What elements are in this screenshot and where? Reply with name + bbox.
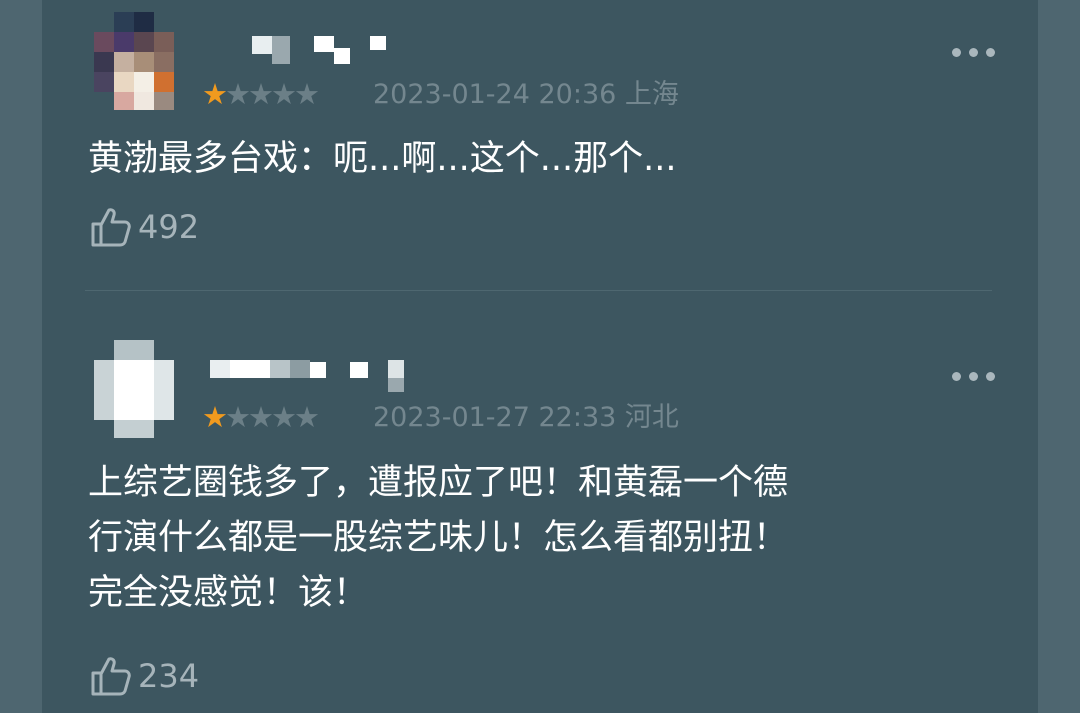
comment-location: 河北 <box>624 402 679 433</box>
comment-divider <box>85 290 992 291</box>
like-count: 492 <box>138 208 200 246</box>
username-pixelated[interactable] <box>210 30 400 70</box>
star-empty-icon: ★ <box>248 400 274 434</box>
star-empty-icon: ★ <box>225 400 251 434</box>
rating-stars: ★★★★★ <box>202 77 320 111</box>
star-filled-icon: ★ <box>202 77 228 111</box>
star-empty-icon: ★ <box>294 77 320 111</box>
comment-location: 上海 <box>624 79 679 110</box>
thumbs-up-icon <box>91 657 131 696</box>
comment-date: 2023-01-27 22:33 <box>373 402 617 433</box>
more-dots-icon[interactable] <box>952 372 996 382</box>
comment-date: 2023-01-24 20:36 <box>373 79 617 110</box>
star-filled-icon: ★ <box>202 400 228 434</box>
more-dots-icon[interactable] <box>952 48 996 58</box>
star-empty-icon: ★ <box>248 77 274 111</box>
star-empty-icon: ★ <box>294 400 320 434</box>
comment-card: ★★★★★ 2023-01-27 22:33 河北 上综艺圈钱多了，遭报应了吧！… <box>42 330 1038 713</box>
avatar[interactable] <box>94 12 174 110</box>
star-empty-icon: ★ <box>225 77 251 111</box>
like-count: 234 <box>138 657 200 695</box>
comment-meta: 2023-01-27 22:33 河北 <box>373 404 679 431</box>
rating-stars: ★★★★★ <box>202 400 320 434</box>
thumbs-up-icon <box>91 208 131 247</box>
comment-card: ★★★★★ 2023-01-24 20:36 上海 黄渤最多台戏：呃...啊..… <box>42 0 1038 290</box>
star-empty-icon: ★ <box>271 77 297 111</box>
comment-meta: 2023-01-24 20:36 上海 <box>373 81 679 108</box>
comment-text: 黄渤最多台戏：呃...啊...这个...那个... <box>88 139 677 179</box>
username-pixelated[interactable] <box>210 352 450 392</box>
star-empty-icon: ★ <box>271 400 297 434</box>
like-button[interactable]: 492 <box>90 205 199 249</box>
comment-text: 上综艺圈钱多了，遭报应了吧！和黄磊一个德 行演什么都是一股综艺味儿！怎么看都别扭… <box>88 463 789 613</box>
like-button[interactable]: 234 <box>90 654 199 698</box>
avatar[interactable] <box>94 340 174 438</box>
